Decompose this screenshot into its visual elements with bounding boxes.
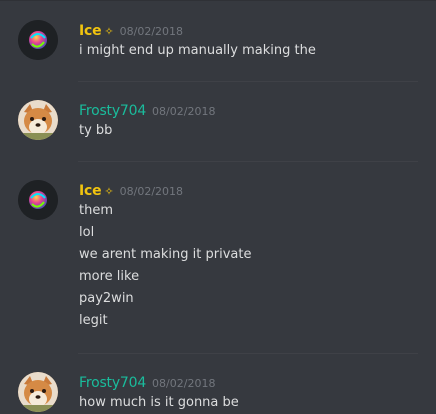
message-text: more like [79,269,140,284]
avatar[interactable] [18,20,58,60]
username[interactable]: Frosty704 [79,103,146,119]
badge-icon: ✧ [104,185,114,198]
top-divider [0,0,436,1]
username[interactable]: Ice [79,183,102,199]
message-divider [78,161,418,162]
shiba-dog-avatar-icon [18,100,58,140]
avatar[interactable] [18,372,58,412]
message-text: how much is it gonna be [79,395,239,410]
message-header: Ice ✧ 08/02/2018 [79,20,418,40]
message-text: i might end up manually making the [79,43,316,58]
colorful-orb-avatar-icon [18,180,58,220]
username[interactable]: Frosty704 [79,375,146,391]
avatar[interactable] [18,100,58,140]
message-header: Frosty704 08/02/2018 [79,372,418,392]
message-divider [78,81,418,82]
timestamp: 08/02/2018 [152,377,216,390]
message-text: them [79,203,113,218]
timestamp: 08/02/2018 [152,105,216,118]
colorful-orb-avatar-icon [18,20,58,60]
message-text: lol [79,225,95,240]
message-text: legit [79,313,108,328]
shiba-dog-avatar-icon [18,372,58,412]
username[interactable]: Ice [79,23,102,39]
timestamp: 08/02/2018 [119,185,184,198]
message-header: Frosty704 08/02/2018 [79,100,418,120]
timestamp: 08/02/2018 [119,25,184,38]
avatar[interactable] [18,180,58,220]
message-header: Ice ✧ 08/02/2018 [79,180,418,200]
message-text: ty bb [79,123,113,138]
message-text: pay2win [79,291,134,306]
message-text: we arent making it private [79,247,252,262]
badge-icon: ✧ [104,25,114,38]
message-divider [78,353,418,354]
